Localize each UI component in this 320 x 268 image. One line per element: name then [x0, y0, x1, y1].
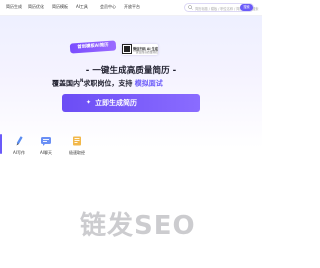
pen-icon: [16, 136, 23, 146]
nav-item-resume-generate[interactable]: 简历生成: [6, 4, 22, 10]
subtitle-rest: 求职岗位，支持: [83, 79, 133, 88]
subtitle-highlight: 模拟面试: [134, 79, 163, 88]
top-navigation: 简历生成 简历优化 简历模板 AI工具 会员中心 开放平台 简历标题 / 模板 …: [0, 0, 262, 16]
tool-label: AI聊天: [40, 150, 52, 155]
qr-code-card[interactable]: 微信扫码 AI 生成 一键生成高质量简历: [122, 44, 158, 55]
chat-icon: [41, 137, 51, 146]
nav-item-resume-optimize[interactable]: 简历优化: [28, 4, 44, 10]
watermark-text: 链发SEO: [80, 211, 196, 241]
qr-card-subtitle: 一键生成高质量简历: [133, 50, 159, 54]
nav-item-member-center[interactable]: 会员中心: [100, 4, 116, 10]
search-icon: [188, 5, 193, 10]
subtitle-main: 覆盖国内: [52, 79, 80, 88]
search-button[interactable]: 搜索: [240, 4, 253, 11]
tool-list: AI写作 AI聊天 极速取经: [0, 130, 262, 160]
book-icon: [73, 136, 81, 146]
tool-label: 极速取经: [69, 150, 85, 155]
sparkle-plus-icon: ✦: [86, 99, 92, 106]
hero-subtitle: 覆盖国内N求职岗位，支持 模拟面试: [52, 78, 163, 88]
nav-item-resume-templates[interactable]: 简历模板: [52, 4, 68, 10]
nav-item-ai-tools[interactable]: AI工具: [76, 4, 88, 10]
tool-ai-writing[interactable]: AI写作: [4, 130, 34, 160]
tool-label: AI写作: [13, 150, 25, 155]
tool-quick-learning[interactable]: 极速取经: [62, 130, 92, 160]
qr-code-icon: [122, 44, 132, 54]
generate-resume-button[interactable]: ✦ 立即生成简历: [62, 94, 200, 112]
search-box[interactable]: 简历标题 / 模板 / 职位名称 / 简历关键词搜索 搜索: [184, 3, 259, 12]
nav-item-open-platform[interactable]: 开放平台: [124, 4, 140, 10]
tool-ai-chat[interactable]: AI聊天: [31, 130, 61, 160]
generate-resume-label: 立即生成简历: [95, 99, 137, 107]
hero-title: - 一键生成高质量简历 -: [85, 66, 177, 76]
